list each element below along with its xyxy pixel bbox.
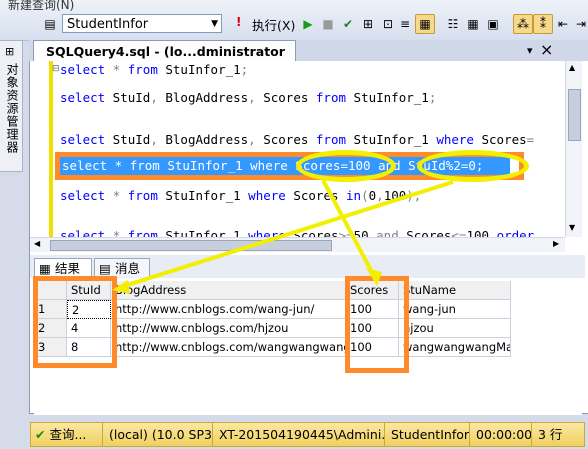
arrow-head-scores (366, 268, 382, 286)
arrow-line-scores (321, 179, 376, 277)
arrow-head-stuid (112, 280, 130, 294)
annotation-arrows (112, 179, 454, 294)
arrow-line-stuid (117, 180, 454, 290)
